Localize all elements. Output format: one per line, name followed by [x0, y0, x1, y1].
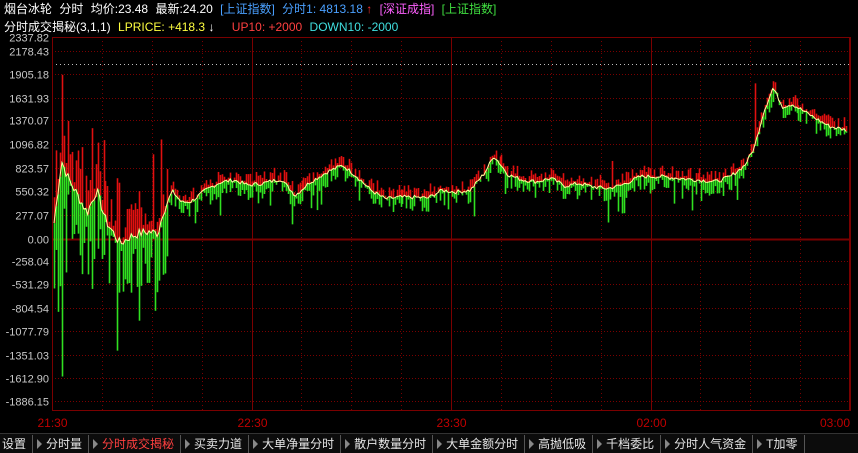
- tab-label: 买卖力道: [194, 436, 243, 451]
- tab-arrow-icon: [185, 439, 191, 450]
- y-tick-label: 277.07: [15, 211, 49, 223]
- x-tick-label: 03:00: [820, 416, 850, 430]
- tab-8[interactable]: 千档委比: [593, 434, 662, 453]
- tab-10[interactable]: T加零: [753, 434, 805, 453]
- lprice-line: [53, 87, 847, 245]
- y-tick-label: -1612.90: [6, 374, 49, 386]
- y-tick-label: -258.04: [12, 257, 49, 269]
- tab-arrow-icon: [37, 439, 43, 450]
- y-tick-label: 0.00: [28, 235, 49, 247]
- tab-arrow-icon: [93, 439, 99, 450]
- y-tick-label: 1370.07: [9, 116, 49, 128]
- y-tick-label: 2178.43: [9, 47, 49, 59]
- tab-arrow-icon: [345, 439, 351, 450]
- chart-line: [53, 87, 847, 245]
- tab-arrow-icon: [757, 439, 763, 450]
- x-tick-label: 22:30: [237, 416, 267, 430]
- y-tick-label: -1077.79: [6, 327, 49, 339]
- x-tick-label: 02:00: [636, 416, 666, 430]
- tab-arrow-icon: [529, 439, 535, 450]
- tab-label: 分时人气资金: [674, 436, 747, 451]
- intraday-trade-chart[interactable]: 2337.82 2178.43 1905.18 1631.93 1370.07 1096.…: [0, 0, 858, 432]
- y-tick-label: 550.32: [15, 187, 49, 199]
- tab-label: 分时量: [46, 436, 83, 451]
- tab-4[interactable]: 大单净量分时: [249, 434, 342, 453]
- tab-label: T加零: [766, 436, 798, 451]
- x-tick-label: 21:30: [37, 416, 67, 430]
- y-tick-label: -1886.15: [6, 397, 49, 409]
- tab-5[interactable]: 散户数量分时: [341, 434, 434, 453]
- indicator-tab-bar: 设置 分时量 分时成交揭秘 买卖力道 大单净量分时 散户数量分时 大单金额分时 高抛低吸 千档委…: [0, 433, 858, 453]
- tab-label: 千档委比: [606, 436, 655, 451]
- y-tick-label: -804.54: [12, 304, 49, 316]
- y-tick-label: 1905.18: [9, 70, 49, 82]
- chart-grid: [52, 37, 851, 411]
- tab-label: 大单净量分时: [262, 436, 335, 451]
- x-tick-label: 23:30: [436, 416, 466, 430]
- tab-arrow-icon: [665, 439, 671, 450]
- tab-1[interactable]: 分时量: [33, 434, 90, 453]
- tab-label: 大单金额分时: [446, 436, 519, 451]
- tab-label: 分时成交揭秘: [102, 436, 175, 451]
- y-tick-label: 1096.82: [9, 140, 49, 152]
- y-tick-label: -1351.03: [6, 351, 49, 363]
- y-tick-label: 823.57: [15, 164, 49, 176]
- tab-7[interactable]: 高抛低吸: [525, 434, 594, 453]
- y-tick-label: 2337.82: [9, 33, 49, 45]
- y-tick-label: 1631.93: [9, 94, 49, 106]
- y-axis: 2337.82 2178.43 1905.18 1631.93 1370.07 1096.…: [6, 33, 49, 409]
- tab-6[interactable]: 大单金额分时: [433, 434, 526, 453]
- tab-label: 高抛低吸: [538, 436, 587, 451]
- y-tick-label: -531.29: [12, 280, 49, 292]
- tab-2[interactable]: 分时成交揭秘: [89, 434, 182, 453]
- tab-9[interactable]: 分时人气资金: [661, 434, 754, 453]
- tab-arrow-icon: [253, 439, 259, 450]
- tab-0[interactable]: 设置: [0, 434, 34, 453]
- tab-label: 设置: [2, 436, 27, 451]
- x-axis: 21:30 22:30 23:30 02:00 03:00: [37, 416, 850, 430]
- tab-3[interactable]: 买卖力道: [181, 434, 250, 453]
- tab-arrow-icon: [597, 439, 603, 450]
- tab-arrow-icon: [437, 439, 443, 450]
- tab-label: 散户数量分时: [354, 436, 427, 451]
